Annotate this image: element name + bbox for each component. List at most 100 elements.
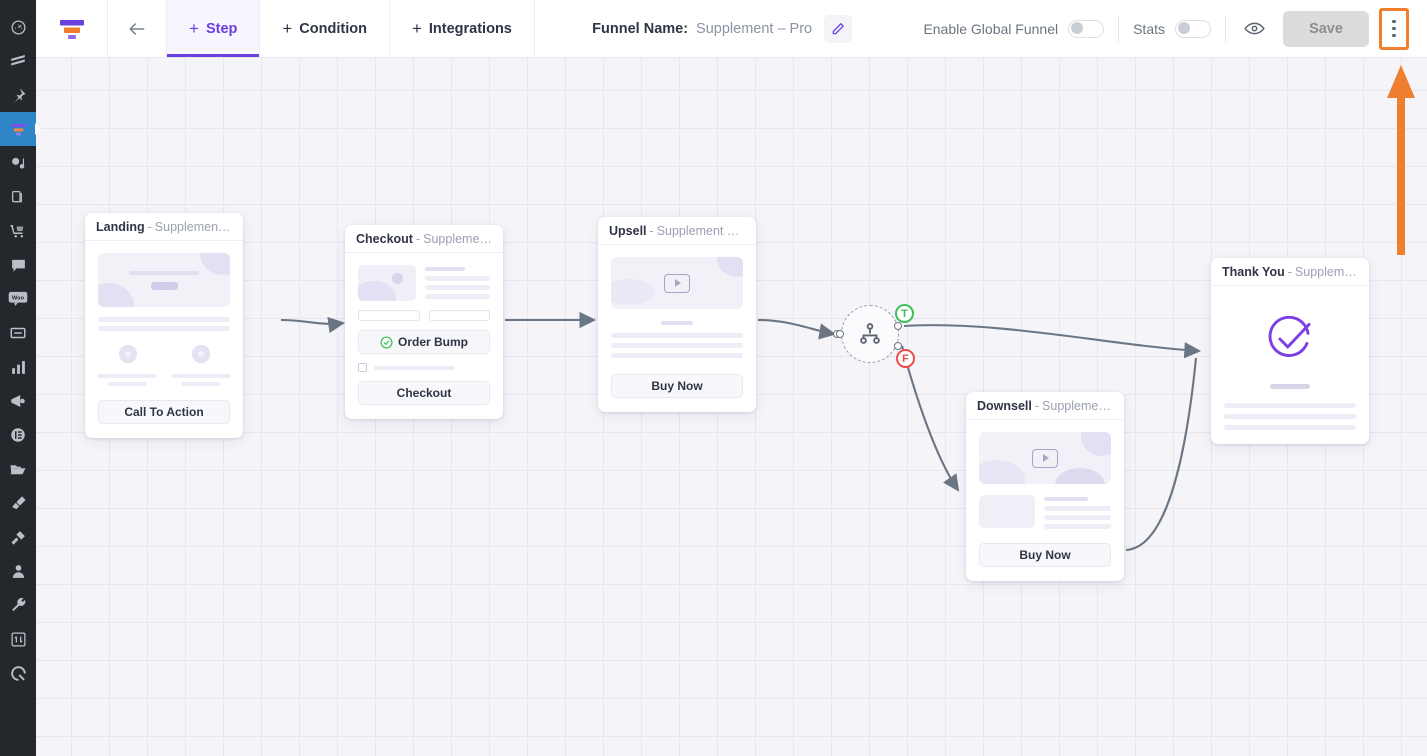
text-line: [611, 333, 743, 338]
text-line: [611, 353, 743, 358]
decor-blob: [717, 257, 743, 277]
sidebar-item-folders[interactable]: [0, 452, 36, 486]
book-icon: [12, 191, 22, 203]
node-preview: [1211, 286, 1369, 444]
funnel-canvas[interactable]: Landing - Supplement La...: [36, 58, 1427, 756]
archive-icon: [10, 327, 26, 339]
node-preview: Buy Now: [598, 245, 756, 412]
play-button-icon[interactable]: [1032, 448, 1058, 468]
cta-button[interactable]: Call To Action: [98, 400, 230, 424]
feature-line: [98, 374, 157, 378]
cart-icon: [10, 225, 24, 238]
tab-add-integrations[interactable]: + Integrations: [390, 0, 535, 57]
sidebar-item-elementor[interactable]: [0, 418, 36, 452]
sidebar-item-library[interactable]: [0, 180, 36, 214]
node-page-name: Supplement La...: [154, 219, 232, 234]
checkbox[interactable]: [358, 363, 367, 372]
edit-funnel-name-button[interactable]: [824, 14, 853, 43]
separator: -: [1034, 398, 1040, 413]
node-header: Landing - Supplement La...: [85, 213, 243, 241]
funnel-node-checkout[interactable]: Checkout - Supplement C...: [345, 225, 503, 419]
sidebar-item-announcements[interactable]: [0, 384, 36, 418]
bar-chart-icon: [11, 360, 25, 374]
sidebar-item-pages[interactable]: [0, 44, 36, 78]
funnel-node-downsell[interactable]: Downsell - Supplement D...: [966, 392, 1124, 581]
preview-button[interactable]: [1226, 20, 1283, 37]
enable-global-funnel-label: Enable Global Funnel: [923, 20, 1059, 37]
app-logo[interactable]: [36, 0, 108, 57]
form-field[interactable]: [358, 310, 420, 321]
edge-landing-checkout: [280, 316, 346, 334]
save-button[interactable]: Save: [1283, 10, 1369, 47]
cta-button[interactable]: Buy Now: [979, 543, 1111, 567]
star-badge-icon: [118, 344, 137, 364]
sidebar-item-funnels[interactable]: [0, 112, 36, 146]
folder-icon: [10, 465, 26, 475]
success-check-circle-icon: [1268, 315, 1311, 357]
funnel-builder-app: Woo + Step + Condition + Integrations Fu…: [0, 0, 1427, 756]
text-line: [1044, 524, 1111, 529]
stats-toggle[interactable]: [1175, 19, 1211, 38]
arrow-up-icon: [1387, 65, 1415, 255]
funnel-name-block: Funnel Name: Supplement – Pro: [535, 0, 910, 57]
sidebar-item-users[interactable]: [0, 554, 36, 588]
tab-add-condition-label: Condition: [299, 20, 367, 37]
comment-icon: [11, 259, 25, 272]
sidebar-item-woocommerce[interactable]: Woo: [0, 282, 36, 316]
condition-node[interactable]: [841, 305, 899, 363]
edge-condition-false-downsell: [900, 345, 960, 492]
separator: -: [415, 231, 421, 246]
sidebar-item-archive[interactable]: [0, 316, 36, 350]
enable-global-funnel-toggle[interactable]: [1068, 19, 1105, 38]
text-line: [98, 317, 230, 322]
text-line: [425, 285, 490, 290]
dot: [1392, 26, 1396, 31]
wrench-icon: [11, 597, 25, 611]
sidebar-item-tools[interactable]: [0, 588, 36, 622]
sidebar-item-settings-sliders[interactable]: [0, 622, 36, 656]
funnel-node-thankyou[interactable]: Thank You - Supplement T...: [1211, 258, 1369, 444]
enable-global-funnel-control: Enable Global Funnel: [909, 19, 1118, 38]
separator: -: [649, 223, 654, 238]
condition-in-arrow: [836, 330, 844, 338]
node-type-label: Upsell: [609, 223, 647, 238]
sidebar-item-dashboard[interactable]: [0, 10, 36, 44]
sidebar-item-plugins[interactable]: [0, 520, 36, 554]
plus-icon: +: [189, 19, 199, 38]
node-page-name: Supplement C...: [423, 231, 492, 246]
sidebar-item-pinned[interactable]: [0, 78, 36, 112]
form-field[interactable]: [428, 310, 490, 321]
sidebar-item-media[interactable]: [0, 146, 36, 180]
sidebar-item-comments[interactable]: [0, 248, 36, 282]
separator: -: [1287, 264, 1292, 279]
node-page-name: Supplement U...: [656, 223, 745, 238]
funnel-node-upsell[interactable]: Upsell - Supplement U... Buy Now: [598, 217, 756, 412]
tab-add-step[interactable]: + Step: [166, 0, 261, 57]
decor-blob: [200, 253, 230, 275]
tab-add-condition[interactable]: + Condition: [260, 0, 390, 57]
funnel-icon: [10, 123, 26, 135]
text-line: [1270, 384, 1310, 389]
condition-true-port[interactable]: [894, 322, 902, 330]
sidebar-item-analytics[interactable]: [0, 350, 36, 384]
node-header: Thank You - Supplement T...: [1211, 258, 1369, 286]
edge-downsell-thankyou: [1125, 357, 1198, 552]
hero-title-bar: [129, 270, 199, 275]
sidebar-item-brush[interactable]: [0, 486, 36, 520]
cta-button[interactable]: Buy Now: [611, 374, 743, 398]
kebab-menu-button[interactable]: [1379, 7, 1409, 50]
decor-blob: [611, 279, 655, 305]
sidebar-item-store[interactable]: [0, 214, 36, 248]
node-type-label: Thank You: [1222, 264, 1285, 279]
node-page-name: Supplement D...: [1042, 398, 1113, 413]
order-bump-button[interactable]: Order Bump: [358, 330, 490, 354]
play-button-icon[interactable]: [664, 273, 690, 293]
back-button[interactable]: [108, 0, 166, 57]
decor-blob: [979, 460, 1025, 484]
sidebar-item-quadmenu[interactable]: [0, 656, 36, 690]
hero-placeholder: [98, 253, 230, 307]
cta-button[interactable]: Checkout: [358, 381, 490, 405]
layers-icon: [11, 55, 25, 66]
text-line: [1224, 414, 1356, 419]
funnel-node-landing[interactable]: Landing - Supplement La...: [85, 213, 243, 438]
